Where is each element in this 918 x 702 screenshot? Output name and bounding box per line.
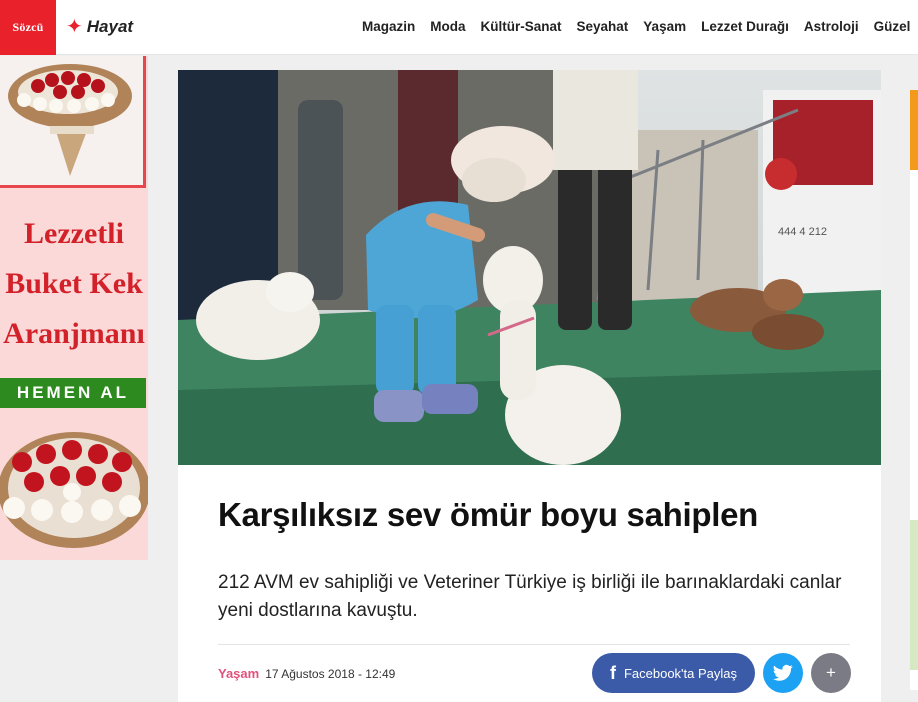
facebook-icon: f [609,662,616,683]
article-card: 444 4 212 Karşılıksız sev ömür boyu sahi… [178,70,881,702]
nav-item-magazin[interactable]: Magazin [362,19,415,34]
hayat-section-logo[interactable]: ✦ Hayat [66,15,133,39]
article-divider [218,644,850,645]
nav-item-lezzet-duragi[interactable]: Lezzet Durağı [701,19,789,34]
ad-headline-line-1: Lezzetli [24,217,124,250]
article-hero-photo[interactable]: 444 4 212 [178,70,881,465]
ad-cake-bouquet-image [0,56,146,188]
logo-text: Sözcü [12,20,44,34]
site-header: Sözcü ✦ Hayat Magazin Moda Kültür-Sanat … [0,0,918,55]
twitter-share-button[interactable] [763,653,803,693]
ad-cake-bottom-image [0,410,148,560]
nav-item-seyahat[interactable]: Seyahat [577,19,629,34]
ad-cta-button[interactable]: HEMEN AL [0,378,146,408]
nav-item-guzellik[interactable]: Güzel [874,19,911,34]
twitter-bird-icon [773,664,793,681]
nav-item-kultur-sanat[interactable]: Kültür-Sanat [481,19,562,34]
article-title: Karşılıksız sev ömür boyu sahiplen [218,496,758,533]
article-summary: 212 AVM ev sahipliği ve Veteriner Türkiy… [218,572,842,621]
sidebar-orange-accent [910,90,918,170]
more-share-button[interactable]: + [811,653,851,693]
nav-item-moda[interactable]: Moda [430,19,465,34]
right-sidebar-edge [910,90,918,690]
article-category-link[interactable]: Yaşam [218,666,259,681]
nav-item-yasam[interactable]: Yaşam [643,19,686,34]
nav-item-astroloji[interactable]: Astroloji [804,19,859,34]
article-date: 17 Ağustos 2018 - 12:49 [265,667,396,681]
star-icon: ✦ [66,16,83,38]
section-name: Hayat [86,17,134,36]
article-meta: Yaşam 17 Ağustos 2018 - 12:49 [218,666,395,681]
sidebar-green-accent [910,520,918,670]
photo-sign-text: 444 4 212 [778,226,827,238]
facebook-share-label: Facebook'ta Paylaş [623,665,738,681]
sozcu-logo[interactable]: Sözcü [0,0,56,55]
main-nav: Magazin Moda Kültür-Sanat Seyahat Yaşam … [362,19,910,34]
ad-headline-line-2: Buket Kek [5,267,143,300]
side-advertisement[interactable]: Lezzetli Buket Kek Aranjmanı HEMEN AL [0,56,148,560]
ad-headline-line-3: Aranjmanı [3,317,145,350]
facebook-share-button[interactable]: f Facebook'ta Paylaş [592,653,755,693]
